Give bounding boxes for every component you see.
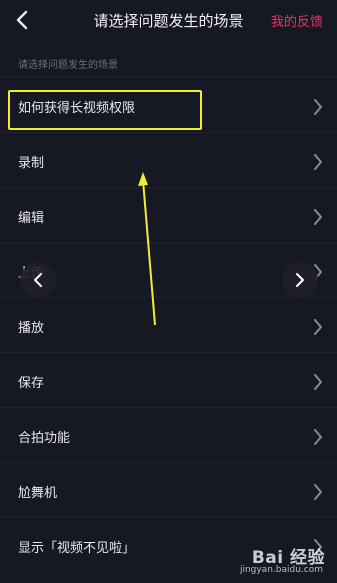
header: 请选择问题发生的场景 我的反馈: [0, 0, 337, 44]
list-item-label: 录制: [18, 156, 45, 171]
chevron-left-icon[interactable]: [12, 9, 34, 31]
list-item[interactable]: 尬舞机: [0, 462, 337, 517]
list-item-label: 显示「视频不见啦」: [18, 541, 136, 556]
list-item[interactable]: 显示「视频不见啦」: [0, 517, 337, 572]
list-item-label: 保存: [18, 376, 45, 391]
list-item[interactable]: 合拍功能: [0, 407, 337, 462]
chevron-right-icon: [314, 374, 322, 390]
list-item-label: 播放: [18, 321, 45, 336]
list-item[interactable]: 录制: [0, 132, 337, 187]
list-item[interactable]: 如何获得长视频权限: [0, 77, 337, 132]
my-feedback-link[interactable]: 我的反馈: [271, 11, 323, 30]
list-item[interactable]: 播放: [0, 297, 337, 352]
list-item[interactable]: 保存: [0, 352, 337, 407]
chevron-right-icon: [314, 154, 322, 170]
chevron-left-icon: [34, 273, 42, 287]
list-item-label: 尬舞机: [18, 486, 58, 501]
next-slide-button[interactable]: [282, 262, 318, 298]
scene-list: 如何获得长视频权限 录制 编辑 上传 播放 保存 合拍功能 尬舞机: [0, 77, 337, 572]
chevron-right-icon: [296, 273, 304, 287]
list-item-label: 如何获得长视频权限: [18, 101, 136, 116]
app-screen: 请选择问题发生的场景 我的反馈 请选择问题发生的场景 如何获得长视频权限 录制 …: [0, 0, 337, 583]
list-item[interactable]: 编辑: [0, 187, 337, 242]
chevron-right-icon: [314, 539, 322, 555]
chevron-right-icon: [314, 99, 322, 115]
chevron-right-icon: [314, 319, 322, 335]
chevron-right-icon: [314, 429, 322, 445]
list-item-label: 编辑: [18, 211, 45, 226]
list-item-label: 合拍功能: [18, 431, 71, 446]
previous-slide-button[interactable]: [20, 262, 56, 298]
section-subtitle: 请选择问题发生的场景: [18, 60, 118, 71]
chevron-right-icon: [314, 209, 322, 225]
chevron-right-icon: [314, 484, 322, 500]
